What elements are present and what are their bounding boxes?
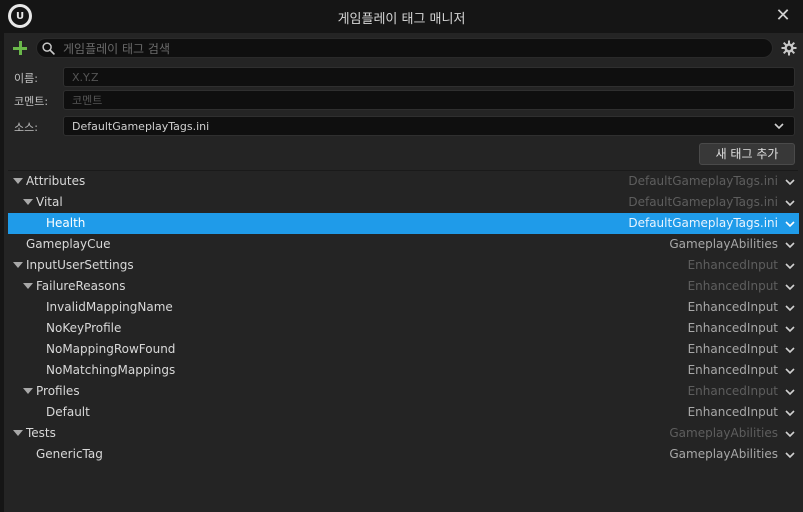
chevron-down-icon[interactable] — [785, 261, 795, 271]
tag-label: Tests — [26, 426, 56, 440]
chevron-down-icon[interactable] — [785, 177, 795, 187]
tag-label: Profiles — [36, 384, 80, 398]
chevron-down-icon[interactable] — [785, 450, 795, 460]
source-label: 소스: — [14, 121, 38, 134]
comment-input[interactable] — [72, 93, 772, 108]
expand-arrow-icon[interactable] — [13, 262, 23, 268]
tag-manager-panel: 이름: 코멘트: 소스: DefaultGameplayTags.ini 새 태… — [4, 33, 803, 512]
tree-row-invalidmappingname[interactable]: InvalidMappingName EnhancedInput — [8, 297, 799, 318]
add-icon[interactable] — [12, 40, 28, 56]
chevron-down-icon[interactable] — [785, 429, 795, 439]
tag-label: InputUserSettings — [26, 258, 134, 272]
search-box[interactable] — [36, 38, 773, 58]
tree-row-generictag[interactable]: GenericTag GameplayAbilities — [8, 444, 799, 465]
title-bar: U 게임플레이 태그 매니저 ✕ — [0, 0, 803, 33]
name-field[interactable] — [63, 67, 795, 87]
chevron-down-icon[interactable] — [785, 240, 795, 250]
tree-row-profiles[interactable]: Profiles EnhancedInput — [8, 381, 799, 402]
tree-row-inputusersettings[interactable]: InputUserSettings EnhancedInput — [8, 255, 799, 276]
tree-row-nokeyprofile[interactable]: NoKeyProfile EnhancedInput — [8, 318, 799, 339]
tag-source: GameplayAbilities — [669, 426, 778, 440]
tree-row-nomappingrowfound[interactable]: NoMappingRowFound EnhancedInput — [8, 339, 799, 360]
tag-label: GameplayCue — [26, 237, 111, 251]
gear-icon[interactable] — [781, 40, 797, 56]
tree-row-tests[interactable]: Tests GameplayAbilities — [8, 423, 799, 444]
tag-source: EnhancedInput — [687, 279, 778, 293]
tree-row-default[interactable]: Default EnhancedInput — [8, 402, 799, 423]
source-value: DefaultGameplayTags.ini — [72, 120, 210, 133]
tree-row-vital[interactable]: Vital DefaultGameplayTags.ini — [8, 192, 799, 213]
tag-label: Attributes — [26, 174, 86, 188]
tree-row-gameplaycue[interactable]: GameplayCue GameplayAbilities — [8, 234, 799, 255]
chevron-down-icon[interactable] — [785, 303, 795, 313]
tree-row-failurereasons[interactable]: FailureReasons EnhancedInput — [8, 276, 799, 297]
source-dropdown[interactable]: DefaultGameplayTags.ini — [63, 116, 795, 136]
tag-source: DefaultGameplayTags.ini — [628, 195, 778, 209]
tag-label: NoMappingRowFound — [46, 342, 176, 356]
name-label: 이름: — [14, 72, 38, 85]
tag-source: EnhancedInput — [687, 300, 778, 314]
tag-label: NoMatchingMappings — [46, 363, 176, 377]
window-title: 게임플레이 태그 매니저 — [337, 12, 466, 27]
tag-source: GameplayAbilities — [669, 237, 778, 251]
chevron-down-icon[interactable] — [785, 198, 795, 208]
expand-arrow-icon[interactable] — [23, 283, 33, 289]
expand-arrow-icon[interactable] — [23, 388, 33, 394]
add-tag-button[interactable]: 새 태그 추가 — [699, 143, 795, 165]
tag-label: Health — [46, 216, 86, 230]
tag-label: FailureReasons — [36, 279, 126, 293]
tag-source: EnhancedInput — [687, 342, 778, 356]
chevron-down-icon[interactable] — [785, 387, 795, 397]
tag-source: EnhancedInput — [687, 384, 778, 398]
tag-source: EnhancedInput — [687, 405, 778, 419]
expand-arrow-icon[interactable] — [13, 430, 23, 436]
tag-source: DefaultGameplayTags.ini — [628, 174, 778, 188]
chevron-down-icon[interactable] — [785, 324, 795, 334]
tag-label: Vital — [36, 195, 63, 209]
tag-label: Default — [46, 405, 90, 419]
tag-source: EnhancedInput — [687, 363, 778, 377]
chevron-down-icon[interactable] — [785, 219, 795, 229]
tree-row-nomatchingmappings[interactable]: NoMatchingMappings EnhancedInput — [8, 360, 799, 381]
name-input[interactable] — [72, 70, 772, 85]
search-input[interactable] — [63, 40, 763, 57]
tag-source: EnhancedInput — [687, 321, 778, 335]
comment-label: 코멘트: — [14, 95, 49, 108]
tree-row-attributes[interactable]: Attributes DefaultGameplayTags.ini — [8, 171, 799, 192]
comment-field[interactable] — [63, 90, 795, 110]
expand-arrow-icon[interactable] — [13, 178, 23, 184]
tag-source: DefaultGameplayTags.ini — [628, 216, 778, 230]
chevron-down-icon[interactable] — [785, 408, 795, 418]
expand-arrow-icon[interactable] — [23, 199, 33, 205]
tag-label: NoKeyProfile — [46, 321, 122, 335]
search-icon — [42, 42, 55, 55]
tree-row-health[interactable]: Health DefaultGameplayTags.ini — [8, 213, 799, 234]
tag-source: EnhancedInput — [687, 258, 778, 272]
tag-label: GenericTag — [36, 447, 103, 461]
chevron-down-icon[interactable] — [785, 345, 795, 355]
chevron-down-icon — [774, 123, 784, 130]
close-icon[interactable]: ✕ — [773, 6, 793, 26]
chevron-down-icon[interactable] — [785, 282, 795, 292]
chevron-down-icon[interactable] — [785, 366, 795, 376]
tag-label: InvalidMappingName — [46, 300, 173, 314]
tag-source: GameplayAbilities — [669, 447, 778, 461]
